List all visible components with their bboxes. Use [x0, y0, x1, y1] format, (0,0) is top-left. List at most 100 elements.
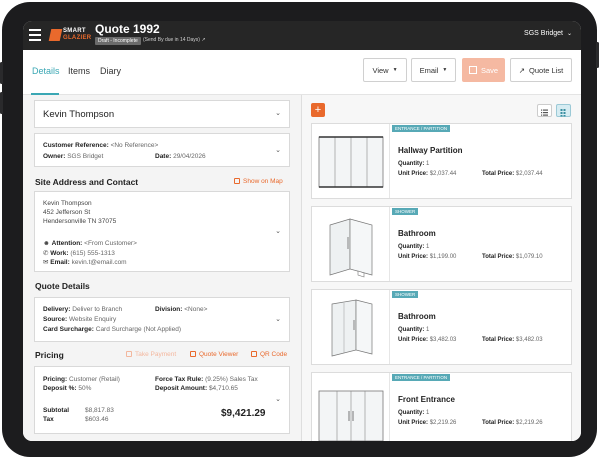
item-quantity: Quantity: 1: [398, 327, 430, 333]
status-badge: Draft - Incomplete: [95, 37, 141, 45]
pricing-heading: Pricing: [35, 350, 64, 360]
external-link-icon: ↗: [518, 65, 526, 75]
show-on-map-link[interactable]: Show on Map: [234, 178, 283, 185]
customer-card[interactable]: Kevin Thompson ⌄: [34, 100, 290, 128]
site-address-card[interactable]: Kevin Thompson 452 Jefferson St Henderso…: [34, 191, 290, 272]
item-thumbnail: [312, 207, 390, 281]
qr-code-link[interactable]: QR Code: [251, 351, 287, 358]
item-name: Hallway Partition: [398, 146, 463, 155]
power-button: [596, 42, 599, 68]
item-total-price: Total Price: $2,219.26: [482, 420, 543, 426]
caret-down-icon: ▼: [392, 67, 398, 73]
list-view-toggle[interactable]: [537, 104, 552, 117]
subtotal-value: $8,817.83: [85, 407, 114, 414]
grid-view-toggle[interactable]: [556, 104, 571, 117]
tab-diary[interactable]: Diary: [100, 66, 121, 76]
shower-corner-drawing: [329, 218, 373, 278]
delivery: Delivery: Deliver to Branch: [43, 306, 123, 313]
details-panel: Kevin Thompson ⌄ Customer Reference: <No…: [23, 95, 301, 441]
item-category-badge: ENTRANCE / PARTITION: [392, 374, 451, 381]
quote-list-button[interactable]: ↗ Quote List: [510, 58, 572, 82]
item-unit-price: Unit Price: $1,199.00: [398, 254, 457, 260]
item-name: Bathroom: [398, 312, 436, 321]
caret-down-icon: ▼: [442, 67, 448, 73]
quote-details-card[interactable]: Delivery: Deliver to Branch Division: <N…: [34, 297, 290, 342]
item-quantity: Quantity: 1: [398, 244, 430, 250]
customer-reference: Customer Reference: <No Reference>: [43, 142, 159, 149]
items-panel: + ENTRANCE / PARTITION Hallway Partition…: [302, 95, 581, 441]
item-name: Bathroom: [398, 229, 436, 238]
list-icon: [541, 109, 548, 116]
item-total-price: Total Price: $1,079.10: [482, 254, 543, 260]
item-category-badge: ENTRANCE / PARTITION: [392, 125, 451, 132]
site-address-heading: Site Address and Contact: [35, 177, 139, 187]
address-line: Hendersonville TN 37075: [43, 218, 117, 225]
hamburger-menu-icon[interactable]: [29, 29, 41, 41]
address-line: Kevin Thompson: [43, 200, 92, 207]
external-link-icon: [234, 178, 240, 184]
view-dropdown-button[interactable]: View ▼: [363, 58, 407, 82]
item-thumbnail: [312, 290, 390, 364]
send-by-note: (Send By due in 14 Days) ↗: [143, 37, 206, 43]
chevron-down-icon: ⌄: [566, 31, 572, 37]
pricing-card[interactable]: Pricing: Customer (Retail) Deposit %: 50…: [34, 366, 290, 434]
deposit-percent: Deposit %: 50%: [43, 385, 92, 392]
tab-items[interactable]: Items: [68, 66, 90, 76]
work-phone: ✆ Work: (615) 555-1313: [43, 250, 115, 257]
external-link-icon: [190, 351, 196, 357]
deposit-amount: Deposit Amount: $4,710.65: [155, 385, 238, 392]
smart-glazier-logo: SMART GLAZIER: [48, 28, 91, 42]
email-contact: ✉ Email: kevin.t@email.com: [43, 259, 127, 266]
save-icon: [468, 66, 477, 74]
item-quantity: Quantity: 1: [398, 410, 430, 416]
email-icon: ✉: [43, 259, 49, 266]
item-quantity: Quantity: 1: [398, 161, 430, 167]
item-card[interactable]: SHOWER Bathroom Quantity: 1 Unit Price: …: [311, 206, 572, 282]
take-payment-link[interactable]: Take Payment: [126, 351, 176, 358]
qr-code-icon: [251, 351, 257, 357]
grid-icon: [560, 109, 566, 117]
reference-card[interactable]: Customer Reference: <No Reference> Owner…: [34, 133, 290, 167]
attention-contact: ☻ Attention: <From Customer>: [43, 240, 137, 247]
save-button[interactable]: Save: [462, 58, 505, 82]
quote-date: Date: 29/04/2026: [155, 153, 206, 160]
chevron-down-icon[interactable]: ⌄: [275, 227, 281, 235]
item-unit-price: Unit Price: $2,219.26: [398, 420, 457, 426]
item-card[interactable]: SHOWER Bathroom Quantity: 1 Unit Price: …: [311, 289, 572, 365]
force-tax-rule: Force Tax Rule: (9.25%) Sales Tax: [155, 376, 258, 383]
chevron-down-icon[interactable]: ⌄: [275, 109, 281, 117]
person-icon: ☻: [43, 240, 50, 247]
chevron-down-icon[interactable]: ⌄: [275, 395, 281, 403]
top-header: SMART GLAZIER Quote 1992 Draft - Incomple…: [23, 21, 581, 50]
add-item-button[interactable]: +: [311, 103, 325, 117]
chevron-down-icon[interactable]: ⌄: [275, 146, 281, 154]
tax-value: $603.46: [85, 416, 109, 423]
email-dropdown-button[interactable]: Email ▼: [411, 58, 456, 82]
item-total-price: Total Price: $3,482.03: [482, 337, 543, 343]
subtotal-label: Subtotal: [43, 407, 69, 414]
item-unit-price: Unit Price: $3,482.03: [398, 337, 457, 343]
card-surcharge: Card Surcharge: Card Surcharge (Not Appl…: [43, 326, 182, 333]
shower-enclosure-drawing: [331, 299, 373, 357]
item-thumbnail: [312, 373, 390, 441]
tab-details[interactable]: Details: [32, 66, 60, 76]
external-link-icon[interactable]: ↗: [201, 37, 205, 43]
quote-viewer-link[interactable]: Quote Viewer: [190, 351, 238, 358]
company-selector[interactable]: SGS Bridget ⌄: [524, 30, 572, 37]
division: Division: <None>: [155, 306, 208, 313]
page-title: Quote 1992: [95, 22, 160, 36]
pricing-type: Pricing: Customer (Retail): [43, 376, 120, 383]
chevron-down-icon[interactable]: ⌄: [275, 315, 281, 323]
item-category-badge: SHOWER: [392, 208, 419, 215]
item-card[interactable]: ENTRANCE / PARTITION Front Entrance Quan…: [311, 372, 572, 441]
quote-details-heading: Quote Details: [35, 281, 90, 291]
grand-total: $9,421.29: [221, 408, 266, 419]
item-thumbnail: [312, 124, 390, 198]
item-total-price: Total Price: $2,037.44: [482, 171, 543, 177]
item-card[interactable]: ENTRANCE / PARTITION Hallway Partition Q…: [311, 123, 572, 199]
app-screen: SMART GLAZIER Quote 1992 Draft - Incomple…: [23, 21, 581, 441]
address-line: 452 Jefferson St: [43, 209, 91, 216]
item-unit-price: Unit Price: $2,037.44: [398, 171, 457, 177]
owner: Owner: SGS Bridget: [43, 153, 104, 160]
phone-icon: ✆: [43, 250, 49, 257]
